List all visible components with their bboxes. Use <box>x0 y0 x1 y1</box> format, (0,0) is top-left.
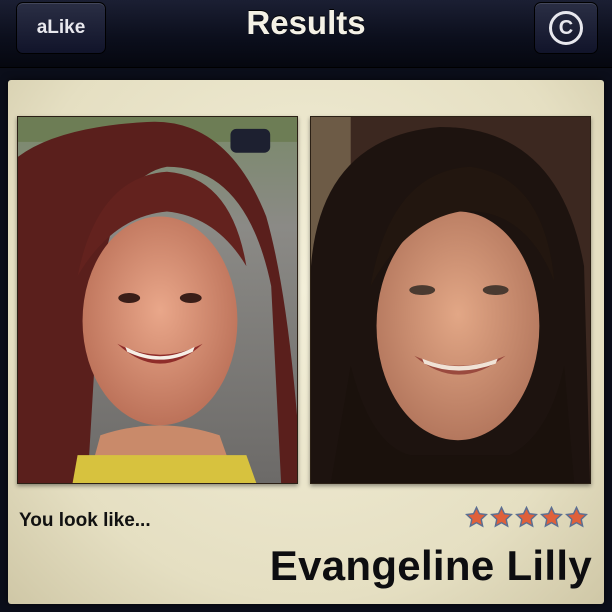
star-icon <box>515 506 538 528</box>
user-photo <box>17 116 298 484</box>
match-name: Evangeline Lilly <box>269 542 592 589</box>
result-card: You look like... Evangeline Lilly <box>8 80 604 604</box>
result-caption: You look like... <box>19 510 151 531</box>
page-title: Results <box>246 4 366 41</box>
star-icon <box>565 506 588 528</box>
star-icon <box>465 506 488 528</box>
info-button[interactable]: C <box>534 2 598 54</box>
copyright-glyph: C <box>558 16 574 39</box>
rating-stars <box>465 506 588 529</box>
navigation-bar: aLike Results C <box>0 0 612 68</box>
celebrity-portrait-image <box>311 117 590 483</box>
match-photo <box>310 116 591 484</box>
user-portrait-image <box>18 117 297 483</box>
copyright-icon: C <box>549 11 583 45</box>
star-icon <box>540 506 563 528</box>
star-icon <box>490 506 513 528</box>
